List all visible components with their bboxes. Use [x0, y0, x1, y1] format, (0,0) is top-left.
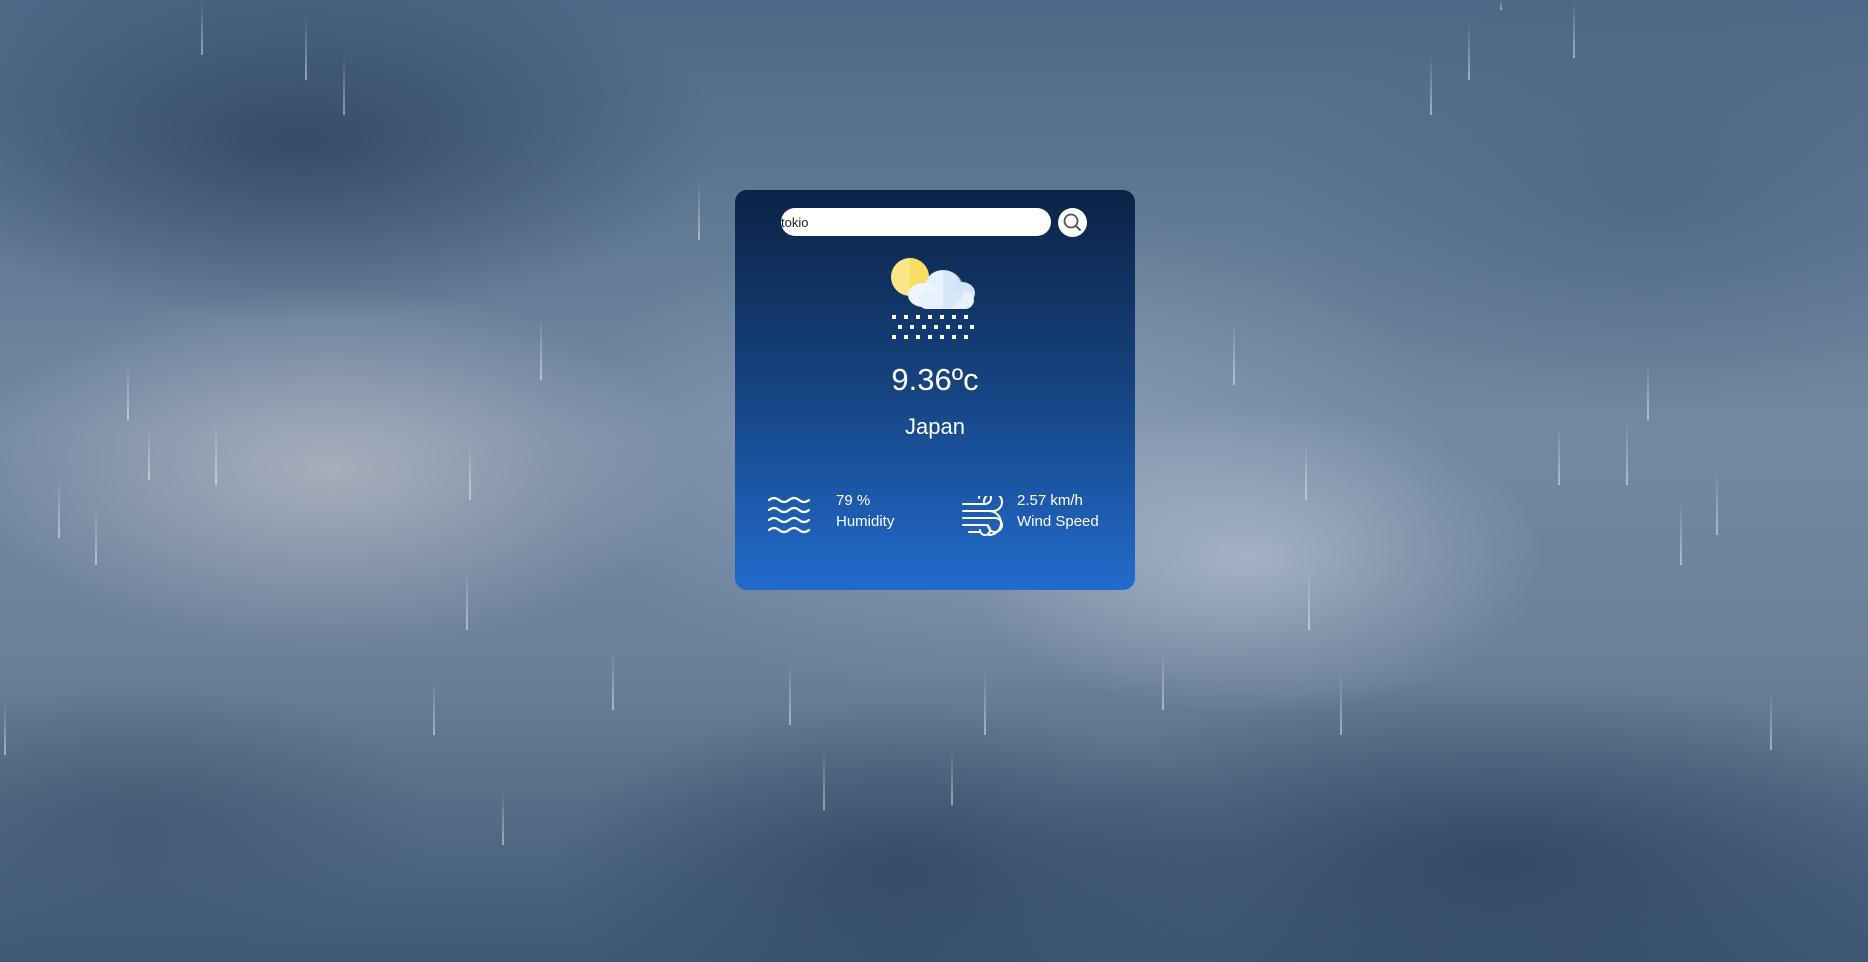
rain-streak: [127, 360, 129, 420]
rain-streak: [95, 505, 97, 565]
rain-streak: [305, 15, 307, 80]
waves-icon: [767, 496, 811, 534]
rain-streak: [1770, 690, 1772, 750]
city-name: Japan: [905, 414, 965, 439]
rain-streak: [984, 670, 986, 735]
humidity-label: Humidity: [836, 513, 895, 530]
rain-streak: [58, 478, 60, 538]
weather-card: 9.36ºc Japan 79 % Humidity: [735, 190, 1135, 590]
rain-streak: [469, 440, 471, 500]
rainy-sky-background: 9.36ºc Japan 79 % Humidity: [0, 0, 1868, 962]
partly-cloudy-snow-icon: [891, 258, 975, 339]
rain-streak: [612, 650, 614, 710]
rain-streak: [215, 420, 217, 485]
rain-streak: [1308, 570, 1310, 630]
search-input[interactable]: [781, 208, 1051, 236]
rain-streak: [1500, 0, 1502, 10]
rain-streak: [951, 750, 953, 805]
rain-streak: [466, 570, 468, 630]
rain-streak: [1340, 670, 1342, 735]
rain-streak: [502, 790, 504, 845]
rain-streak: [1468, 20, 1470, 80]
humidity-value: 79 %: [836, 492, 871, 509]
wind-detail: 2.57 km/h Wind Speed: [961, 492, 1131, 538]
wind-icon: [962, 496, 1003, 536]
rain-streak: [1233, 320, 1235, 385]
rain-streak: [1573, 0, 1575, 58]
rain-streak: [823, 750, 825, 810]
rain-streak: [1647, 360, 1649, 420]
search-icon: [1063, 213, 1081, 231]
wind-speed-value: 2.57 km/h: [1017, 492, 1083, 509]
wind-speed-label: Wind Speed: [1017, 513, 1099, 530]
rain-streak: [1162, 650, 1164, 710]
rain-streak: [1716, 470, 1718, 535]
rain-streak: [1305, 440, 1307, 500]
rain-streak: [4, 700, 6, 755]
rain-streak: [1626, 420, 1628, 485]
rain-streak: [540, 315, 542, 380]
search-button[interactable]: [1058, 208, 1087, 237]
rain-streak: [1680, 500, 1682, 565]
rain-streak: [698, 180, 700, 240]
humidity-detail: 79 % Humidity: [767, 492, 917, 538]
rain-streak: [433, 680, 435, 735]
temperature: 9.36ºc: [891, 362, 979, 397]
rain-streak: [1430, 55, 1432, 115]
rain-streak: [201, 0, 203, 55]
rain-streak: [343, 55, 345, 115]
search-bar: [781, 208, 1091, 238]
rain-streak: [1558, 425, 1560, 485]
rain-streak: [789, 660, 791, 725]
rain-streak: [148, 425, 150, 480]
